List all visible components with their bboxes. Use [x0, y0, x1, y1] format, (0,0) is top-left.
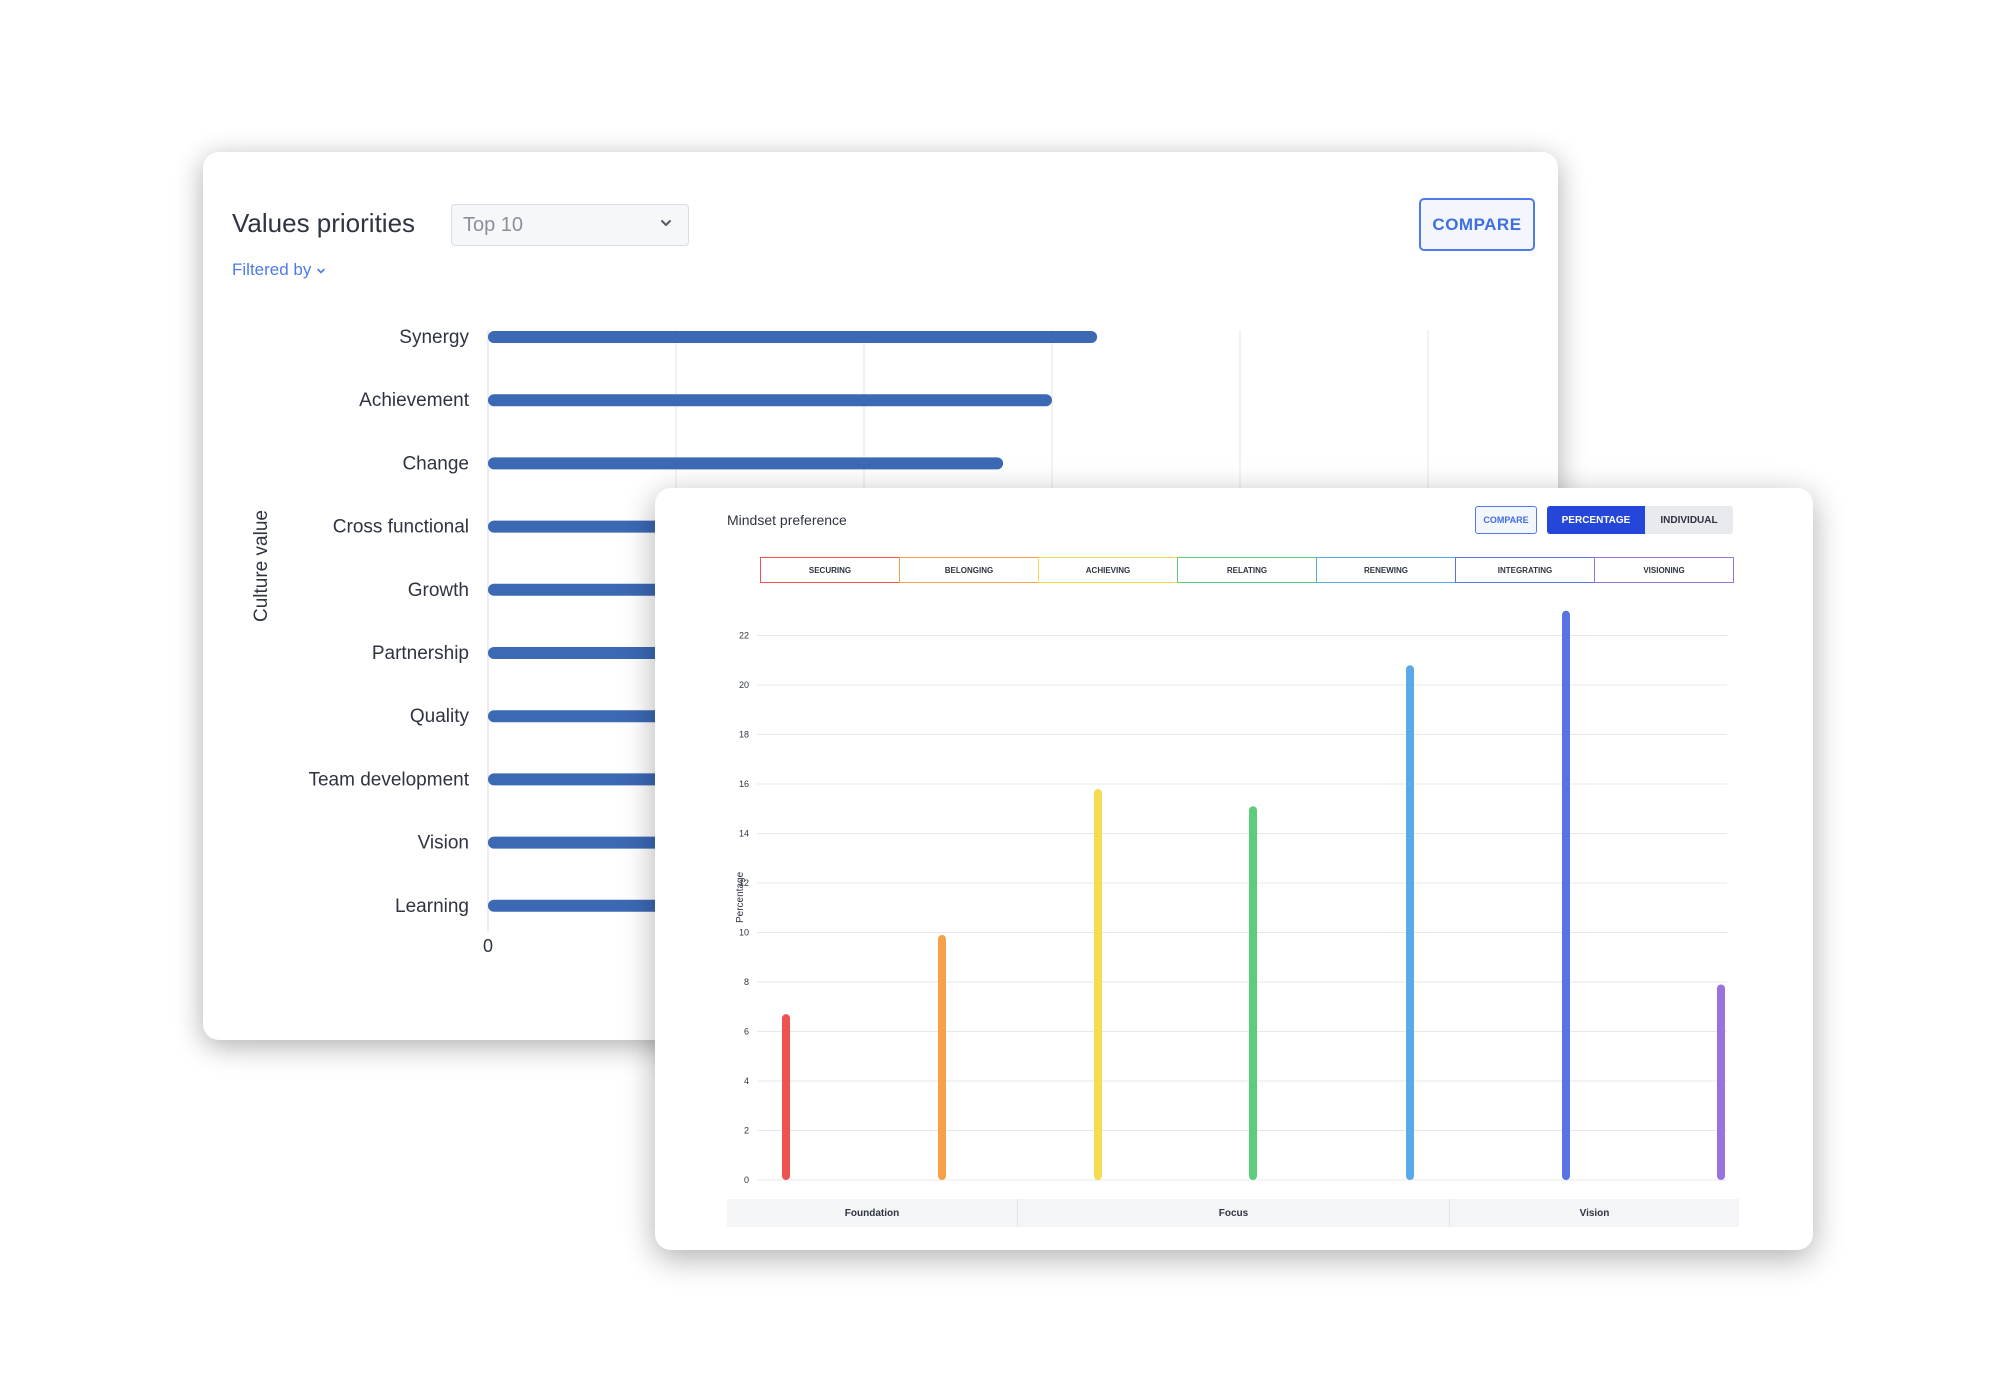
category-label: Synergy — [399, 327, 469, 348]
bar — [488, 457, 1004, 470]
bar — [782, 1014, 790, 1180]
legend-item-relating[interactable]: RELATING — [1177, 557, 1317, 583]
bar — [488, 331, 1098, 343]
y-tick-label: 2 — [744, 1126, 749, 1136]
x-tick-label: 0 — [483, 936, 493, 956]
y-tick-label: 20 — [739, 680, 749, 690]
legend-item-visioning[interactable]: VISIONING — [1594, 557, 1734, 583]
y-tick-label: 22 — [739, 631, 749, 641]
mindset-compare-button[interactable]: COMPARE — [1475, 506, 1537, 534]
chevron-down-icon — [317, 268, 325, 274]
category-label: Quality — [410, 706, 470, 727]
y-tick-label: 8 — [744, 977, 749, 987]
group-label-vision: Vision — [1449, 1199, 1739, 1227]
category-label: Partnership — [372, 643, 469, 664]
bar — [938, 934, 946, 1180]
y-axis-label: Culture value — [251, 510, 272, 622]
bar — [488, 394, 1052, 407]
y-tick-label: 18 — [739, 730, 749, 740]
y-tick-label: 16 — [739, 779, 749, 789]
group-label-focus: Focus — [1017, 1199, 1449, 1227]
y-tick-label: 0 — [744, 1175, 749, 1185]
bar — [1094, 788, 1102, 1180]
legend-item-securing[interactable]: SECURING — [760, 557, 900, 583]
category-label: Vision — [418, 833, 469, 854]
filtered-by-toggle[interactable]: Filtered by — [232, 260, 326, 280]
top-n-select[interactable]: Top 10 — [451, 204, 689, 246]
category-label: Growth — [408, 580, 469, 601]
y-tick-label: 14 — [739, 829, 749, 839]
mindset-preference-chart: 0246810121416182022 — [739, 610, 1727, 1185]
group-label-foundation: Foundation — [727, 1199, 1017, 1227]
legend-item-belonging[interactable]: BELONGING — [899, 557, 1039, 583]
bar — [1249, 806, 1257, 1180]
legend-item-achieving[interactable]: ACHIEVING — [1038, 557, 1178, 583]
mindset-preference-title: Mindset preference — [727, 512, 847, 528]
bar — [1717, 984, 1725, 1180]
legend-item-renewing[interactable]: RENEWING — [1316, 557, 1456, 583]
category-label: Change — [402, 453, 469, 474]
individual-toggle-button[interactable]: INDIVIDUAL — [1645, 506, 1733, 534]
filtered-by-label: Filtered by — [232, 260, 312, 279]
y-tick-label: 10 — [739, 928, 749, 938]
y-tick-label: 4 — [744, 1076, 749, 1086]
percentage-toggle-button[interactable]: PERCENTAGE — [1547, 506, 1645, 534]
y-axis-label: Percentage — [735, 871, 746, 923]
chevron-down-icon — [661, 220, 671, 226]
category-label: Achievement — [359, 390, 470, 411]
bar — [1406, 665, 1414, 1180]
compare-button[interactable]: COMPARE — [1419, 198, 1535, 251]
category-label: Cross functional — [333, 517, 469, 538]
mindset-preference-card: 0 2 4 6 8 10 12 14 16 18 20 22 Mindset preference C… — [655, 488, 1813, 1250]
values-priorities-title: Values priorities — [232, 208, 416, 238]
y-tick-label: 6 — [744, 1027, 749, 1037]
legend-item-integrating[interactable]: INTEGRATING — [1455, 557, 1595, 583]
category-label: Team development — [308, 769, 469, 790]
bar — [1562, 610, 1570, 1180]
category-label: Learning — [395, 896, 469, 917]
top-n-select-value: Top 10 — [463, 214, 524, 236]
